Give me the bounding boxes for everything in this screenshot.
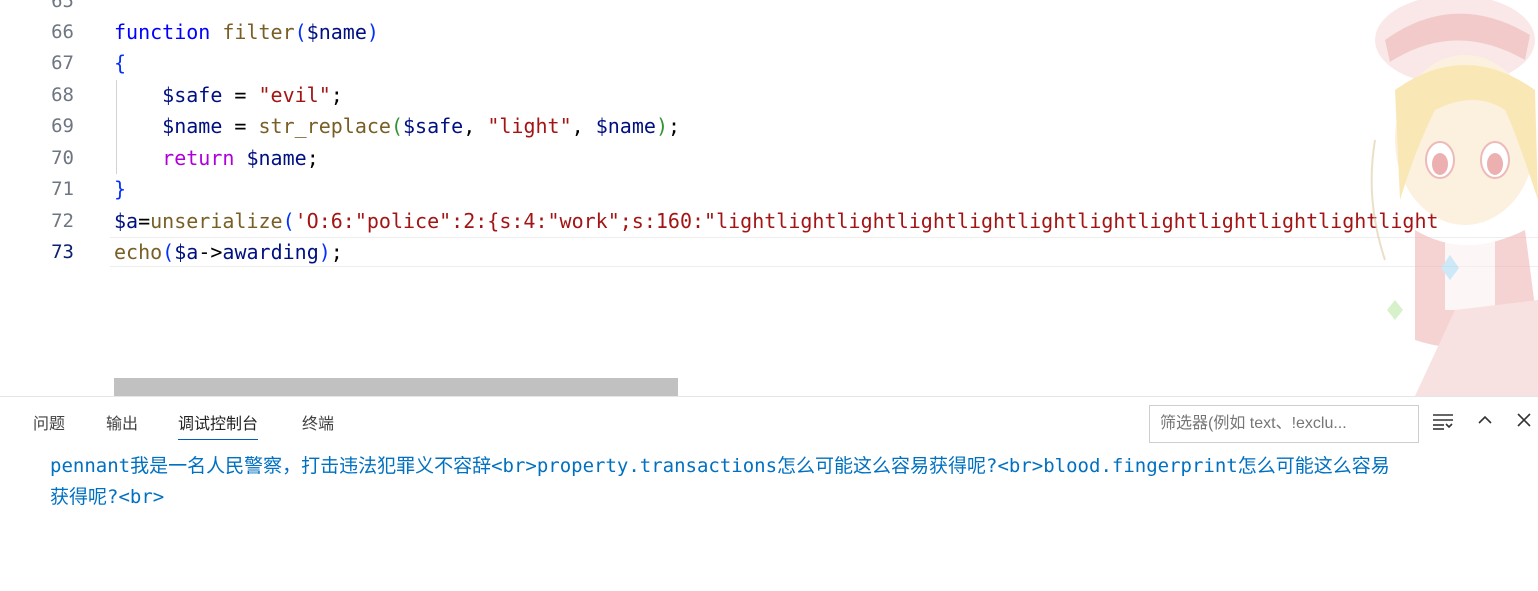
- tab-output[interactable]: 输出: [106, 411, 138, 439]
- paren: ): [318, 240, 331, 264]
- semicolon: ;: [667, 114, 681, 138]
- code-line-73[interactable]: echo($a->awarding);: [114, 237, 343, 268]
- code-line-66[interactable]: function filter($name): [114, 17, 379, 48]
- string: "evil": [258, 83, 331, 107]
- paren: (: [390, 114, 404, 138]
- property: awarding: [222, 240, 319, 264]
- line-number: 66: [51, 21, 74, 43]
- background-character-image: [1370, 0, 1538, 396]
- semicolon: ;: [306, 146, 319, 170]
- operator: =: [222, 114, 259, 138]
- comma: ,: [571, 114, 596, 138]
- variable: $a: [114, 209, 139, 233]
- console-output-line: 获得呢?<br>: [50, 486, 165, 508]
- tab-debug-console[interactable]: 调试控制台: [178, 411, 259, 440]
- line-number: 69: [51, 115, 74, 137]
- function-name: filter: [222, 20, 295, 44]
- code-editor[interactable]: 65 66 67 68 69 70 71 72 73 function filt…: [0, 0, 1538, 396]
- brace: }: [114, 177, 127, 201]
- tab-problems[interactable]: 问题: [33, 411, 65, 439]
- function-name: unserialize: [150, 209, 283, 233]
- filter-list-icon[interactable]: [1431, 411, 1455, 437]
- operator: =: [222, 83, 259, 107]
- console-output-line: pennant我是一名人民警察，打击违法犯罪义不容辞<br>property.t…: [50, 455, 1390, 477]
- operator: =: [138, 209, 151, 233]
- variable: $safe: [403, 114, 464, 138]
- paren: (: [294, 20, 307, 44]
- paren: (: [282, 209, 295, 233]
- code-line-70[interactable]: return $name;: [114, 143, 319, 174]
- variable: $name: [162, 114, 223, 138]
- paren: ): [655, 114, 668, 138]
- paren: (: [162, 240, 175, 264]
- line-number: 71: [51, 178, 74, 200]
- variable: $a: [174, 240, 199, 264]
- horizontal-scrollbar[interactable]: [114, 378, 678, 396]
- tab-terminal[interactable]: 终端: [302, 411, 334, 439]
- variable: $name: [306, 20, 367, 44]
- chevron-up-icon[interactable]: [1473, 411, 1497, 437]
- semicolon: ;: [330, 83, 343, 107]
- filter-input[interactable]: 筛选器(例如 text、!exclu...: [1149, 405, 1419, 443]
- keyword: return: [162, 146, 235, 170]
- code-line-71[interactable]: }: [114, 174, 126, 205]
- paren: ): [366, 20, 379, 44]
- line-number: 72: [51, 210, 74, 232]
- brace: {: [114, 51, 127, 75]
- variable: $safe: [162, 83, 223, 107]
- line-number: 67: [51, 52, 74, 74]
- function-name: echo: [114, 240, 163, 264]
- code-line-72[interactable]: $a=unserialize('O:6:"police":2:{s:4:"wor…: [114, 206, 1439, 237]
- variable: $name: [595, 114, 656, 138]
- function-name: str_replace: [258, 114, 391, 138]
- line-number: 70: [51, 147, 74, 169]
- code-line-68[interactable]: $safe = "evil";: [114, 80, 343, 111]
- line-number-active: 73: [51, 241, 74, 263]
- code-line-67[interactable]: {: [114, 48, 126, 79]
- bottom-panel: 问题 输出 调试控制台 终端 筛选器(例如 text、!exclu... pen…: [0, 396, 1538, 591]
- line-number: 65: [51, 0, 74, 12]
- semicolon: ;: [330, 240, 343, 264]
- string: "light": [487, 114, 572, 138]
- close-icon[interactable]: [1512, 411, 1536, 437]
- arrow: ->: [198, 240, 223, 264]
- line-number: 68: [51, 84, 74, 106]
- keyword: function: [114, 20, 211, 44]
- string: 'O:6:"police":2:{s:4:"work";s:160:"light…: [294, 209, 1439, 233]
- comma: ,: [463, 114, 488, 138]
- code-line-69[interactable]: $name = str_replace($safe, "light", $nam…: [114, 111, 680, 142]
- variable: $name: [246, 146, 307, 170]
